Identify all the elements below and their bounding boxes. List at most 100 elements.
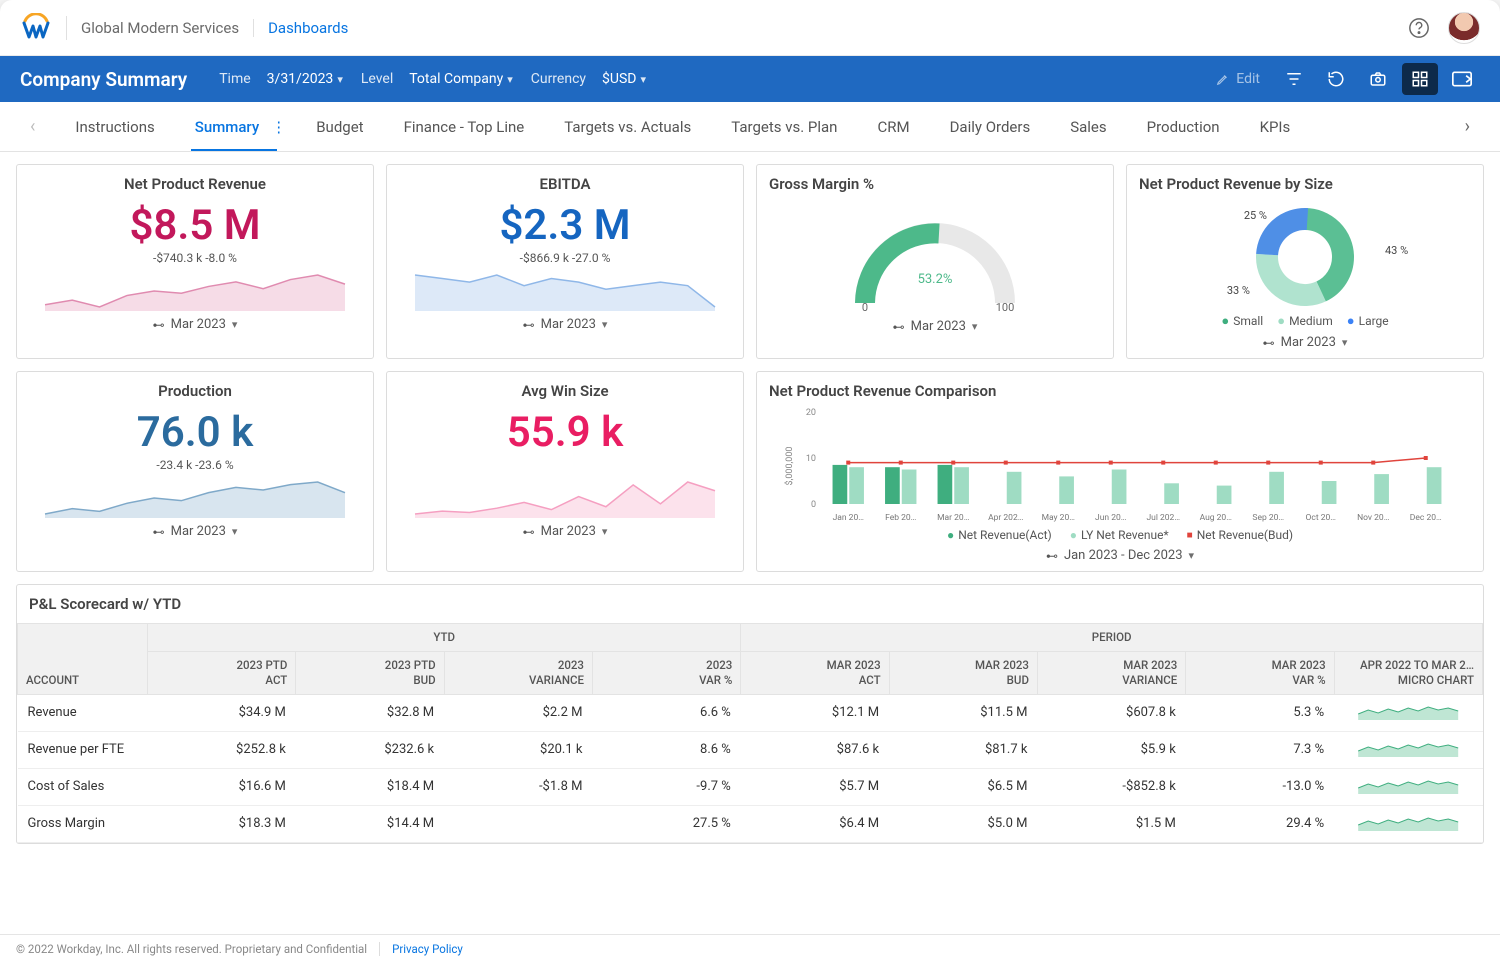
tab-targets-plan[interactable]: Targets vs. Plan: [731, 104, 837, 150]
svg-text:Jul 202…: Jul 202…: [1146, 513, 1180, 523]
card-period-selector[interactable]: ⊷Mar 2023▾: [769, 319, 1101, 334]
cell-value: $81.7 k: [889, 731, 1037, 768]
svg-text:0: 0: [862, 301, 868, 313]
edit-button[interactable]: Edit: [1206, 71, 1270, 87]
svg-text:May 20…: May 20…: [1042, 513, 1076, 523]
card-ebitda[interactable]: EBITDA $2.3 M -$866.9 k -27.0 % ⊷Mar 202…: [386, 164, 744, 359]
card-net-product-revenue[interactable]: Net Product Revenue $8.5 M -$740.3 k -8.…: [16, 164, 374, 359]
table-row[interactable]: Cost of Sales$16.6 M$18.4 M-$1.8 M-9.7 %…: [18, 768, 1483, 805]
tab-summary[interactable]: Summary: [195, 104, 259, 150]
scorecard: P&L Scorecard w/ YTD ACCOUNT YTD PERIOD …: [16, 584, 1484, 844]
card-period-selector[interactable]: ⊷Mar 2023▾: [399, 317, 731, 332]
cell-value: 29.4 %: [1186, 805, 1334, 842]
filter-level[interactable]: Total Company▾: [409, 71, 512, 87]
card-period-selector[interactable]: ⊷Mar 2023▾: [1139, 335, 1471, 350]
pin-icon: ⊷: [893, 320, 905, 334]
svg-text:Mar 20…: Mar 20…: [937, 513, 970, 523]
privacy-link[interactable]: Privacy Policy: [379, 942, 463, 956]
legend: Small Medium Large: [1139, 313, 1471, 329]
kpi-delta: -23.4 k -23.6 %: [29, 458, 361, 472]
filter-time-label: Time: [219, 71, 250, 87]
cell-value: $1.5 M: [1037, 805, 1185, 842]
filter-icon[interactable]: [1276, 63, 1312, 95]
refresh-icon[interactable]: [1318, 63, 1354, 95]
cell-value: -9.7 %: [592, 768, 740, 805]
chevron-down-icon: ▾: [1342, 336, 1348, 349]
chevron-down-icon: ▾: [602, 318, 608, 331]
tab-crm[interactable]: CRM: [877, 104, 909, 150]
card-production[interactable]: Production 76.0 k -23.4 k -23.6 % ⊷Mar 2…: [16, 371, 374, 572]
tab-sales[interactable]: Sales: [1070, 104, 1106, 150]
tab-production[interactable]: Production: [1147, 104, 1220, 150]
table-row[interactable]: Revenue$34.9 M$32.8 M$2.2 M6.6 %$12.1 M$…: [18, 694, 1483, 731]
col-var-pct: 2023 VAR %: [592, 651, 740, 694]
cell-value: $12.1 M: [741, 694, 889, 731]
card-period-selector[interactable]: ⊷Mar 2023▾: [399, 524, 731, 539]
kpi-delta: -$740.3 k -8.0 %: [29, 251, 361, 265]
tabs-prev-icon[interactable]: ‹: [30, 116, 35, 137]
kpi-value: $2.3 M: [399, 203, 731, 249]
help-icon[interactable]: [1408, 17, 1430, 39]
card-period-selector[interactable]: ⊷Jan 2023 - Dec 2023▾: [769, 548, 1471, 563]
tabs-next-icon[interactable]: ›: [1465, 116, 1470, 137]
card-npr-comparison[interactable]: Net Product Revenue Comparison 01020$,00…: [756, 371, 1484, 572]
filter-currency[interactable]: $USD▾: [602, 71, 646, 87]
user-avatar[interactable]: [1448, 12, 1480, 44]
col-variance: 2023 VARIANCE: [444, 651, 592, 694]
table-row[interactable]: Gross Margin$18.3 M$14.4 M27.5 %$6.4 M$5…: [18, 805, 1483, 842]
cell-account: Revenue: [18, 694, 148, 731]
svg-text:43 %: 43 %: [1385, 244, 1408, 257]
tab-daily-orders[interactable]: Daily Orders: [950, 104, 1031, 150]
cell-value: $20.1 k: [444, 731, 592, 768]
cell-value: $87.6 k: [741, 731, 889, 768]
svg-text:Feb 20…: Feb 20…: [885, 513, 917, 523]
cell-value: $6.5 M: [889, 768, 1037, 805]
cell-value: 8.6 %: [592, 731, 740, 768]
filter-currency-label: Currency: [531, 71, 586, 87]
grid-view-icon[interactable]: [1402, 63, 1438, 95]
cell-account: Revenue per FTE: [18, 731, 148, 768]
svg-text:Jun 20…: Jun 20…: [1095, 513, 1127, 523]
cell-micro: [1334, 731, 1482, 768]
cell-value: $11.5 M: [889, 694, 1037, 731]
chevron-down-icon: ▾: [972, 320, 978, 333]
card-period-selector[interactable]: ⊷Mar 2023▾: [29, 317, 361, 332]
tab-menu-icon[interactable]: ⋮: [271, 118, 286, 136]
col-group-period: PERIOD: [741, 624, 1483, 652]
cell-value: $14.4 M: [296, 805, 444, 842]
cell-value: $5.7 M: [741, 768, 889, 805]
tab-kpis[interactable]: KPIs: [1260, 104, 1291, 150]
sparkline: [29, 271, 361, 311]
sparkline: [29, 478, 361, 518]
svg-text:Sep 20…: Sep 20…: [1252, 513, 1284, 523]
scorecard-table[interactable]: ACCOUNT YTD PERIOD 2023 PTD ACT 2023 PTD…: [17, 623, 1483, 843]
tab-instructions[interactable]: Instructions: [75, 104, 154, 150]
table-row[interactable]: Revenue per FTE$252.8 k$232.6 k$20.1 k8.…: [18, 731, 1483, 768]
card-avg-win-size[interactable]: Avg Win Size 55.9 k ⊷Mar 2023▾: [386, 371, 744, 572]
card-period-selector[interactable]: ⊷Mar 2023▾: [29, 524, 361, 539]
breadcrumb-dashboards[interactable]: Dashboards: [253, 19, 348, 37]
tab-targets-actuals[interactable]: Targets vs. Actuals: [564, 104, 691, 150]
snapshot-icon[interactable]: [1360, 63, 1396, 95]
chevron-down-icon: ▾: [602, 525, 608, 538]
workday-logo[interactable]: [20, 12, 52, 44]
col-ptd-act: 2023 PTD ACT: [148, 651, 296, 694]
svg-text:Jan 20…: Jan 20…: [833, 513, 865, 523]
cell-value: $18.4 M: [296, 768, 444, 805]
sparkline: [399, 271, 731, 311]
tab-finance[interactable]: Finance - Top Line: [404, 104, 525, 150]
tab-budget[interactable]: Budget: [316, 104, 363, 150]
present-icon[interactable]: [1444, 63, 1480, 95]
cell-value: $16.6 M: [148, 768, 296, 805]
page-title: Company Summary: [20, 68, 187, 91]
chevron-down-icon: ▾: [507, 73, 513, 86]
card-title: Net Product Revenue Comparison: [769, 382, 1471, 400]
cell-value: 7.3 %: [1186, 731, 1334, 768]
card-npr-by-size[interactable]: Net Product Revenue by Size 43 % 33 % 25…: [1126, 164, 1484, 359]
card-gross-margin[interactable]: Gross Margin % 53.2% 0 100 ⊷Mar 2023▾: [756, 164, 1114, 359]
kpi-value: 55.9 k: [399, 410, 731, 456]
cell-value: [444, 805, 592, 842]
filter-time[interactable]: 3/31/2023▾: [267, 71, 343, 87]
col-m-varpct: MAR 2023 VAR %: [1186, 651, 1334, 694]
cell-account: Cost of Sales: [18, 768, 148, 805]
